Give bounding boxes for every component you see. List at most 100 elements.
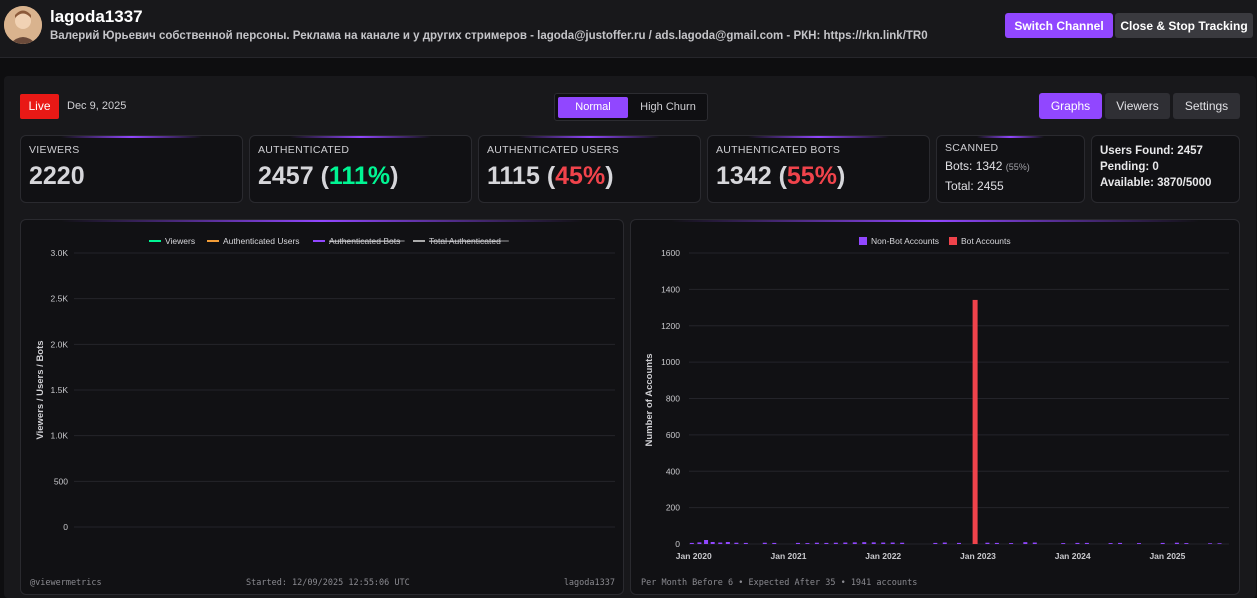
chart-footer-summary: Per Month Before 6 • Expected After 35 •…	[641, 578, 918, 588]
bar-non-bot	[1208, 543, 1213, 544]
bar-non-bot	[689, 542, 694, 544]
bar-non-bot	[1174, 542, 1179, 544]
users-found: Users Found: 2457	[1100, 145, 1203, 157]
legend-label: Bot Accounts	[961, 236, 1011, 246]
avatar[interactable]	[4, 6, 42, 44]
viewers-line-chart: 0 500 1.0K 1.5K 2.0K 2.5K 3.0K Viewers / Users …	[35, 236, 615, 532]
bar-non-bot	[1108, 543, 1113, 544]
y-tick-label: 3.0K	[51, 248, 69, 258]
bar-non-bot	[1061, 543, 1066, 544]
bar-non-bot	[1032, 542, 1037, 544]
card-accent-bar	[977, 136, 1044, 138]
y-axis-label: Viewers / Users / Bots	[35, 340, 46, 439]
stat-value: 1115	[487, 162, 540, 190]
bar-non-bot	[704, 539, 709, 544]
bar-non-bot	[762, 542, 767, 544]
channel-title: lagoda1337	[50, 7, 143, 26]
stat-label: SCANNED	[945, 142, 999, 154]
y-tick-label: 500	[54, 476, 68, 486]
bar-non-bot	[862, 542, 867, 544]
scanned-total-line: Total: 2455	[945, 179, 1004, 193]
stat-card-authenticated: AUTHENTICATED 2457 (111%)	[249, 135, 472, 203]
bar-non-bot	[1137, 543, 1141, 544]
bar-non-bot	[772, 542, 777, 544]
stat-percent: 111%	[328, 162, 391, 190]
mode-toggle: Normal High Churn	[554, 93, 708, 121]
bar-non-bot	[795, 542, 800, 544]
y-tick-label: 400	[666, 466, 680, 476]
account-age-bar-chart: 0 200 400 600 800 1000 1200 1400 1600 Number of A…	[644, 236, 1229, 561]
pending-count: Pending: 0	[1100, 161, 1159, 173]
x-tick-label: Jan 2020	[676, 551, 712, 561]
live-badge: Live	[20, 94, 59, 119]
viewers-chart: 0 500 1.0K 1.5K 2.0K 2.5K 3.0K Viewers / Users …	[20, 219, 624, 595]
stat-label: AUTHENTICATED BOTS	[716, 144, 841, 156]
bar-non-bot	[725, 541, 730, 544]
y-tick-label: 0	[675, 539, 680, 549]
close-stop-tracking-button[interactable]: Close & Stop Tracking	[1115, 13, 1253, 38]
x-tick-label: Jan 2025	[1149, 551, 1185, 561]
x-tick-label: Jan 2021	[771, 551, 807, 561]
bar-non-bot	[933, 542, 938, 544]
stat-card-authenticated-bots: AUTHENTICATED BOTS 1342 (55%)	[707, 135, 930, 203]
y-tick-label: 1600	[661, 248, 680, 258]
legend-label: Authenticated Users	[223, 236, 300, 246]
card-accent-bar	[748, 136, 889, 138]
stat-percent: 55%	[786, 162, 837, 190]
bar-non-bot	[994, 542, 999, 544]
dashboard-panel: Live Dec 9, 2025 Normal High Churn Graph…	[4, 76, 1256, 598]
y-tick-label: 800	[666, 394, 680, 404]
bar-non-bot	[1075, 542, 1080, 544]
tab-graphs[interactable]: Graphs	[1039, 93, 1102, 119]
x-tick-label: Jan 2024	[1055, 551, 1091, 561]
stream-date: Dec 9, 2025	[67, 100, 127, 112]
bar-non-bot	[734, 542, 739, 544]
bar-non-bot	[900, 542, 905, 544]
stat-value-line: 1115 (45%)	[487, 162, 614, 190]
stat-value-line: 1342 (55%)	[716, 162, 846, 190]
chart-footer-channel: lagoda1337	[563, 578, 615, 588]
chart-footer-brand: @viewermetrics	[30, 578, 102, 588]
legend-swatch	[949, 237, 957, 245]
stat-value: 2220	[29, 162, 85, 190]
bar-non-bot	[890, 542, 895, 544]
stat-percent: 45%	[555, 162, 606, 190]
bar-non-bot	[1009, 543, 1014, 544]
legend-label: Viewers	[165, 236, 195, 246]
channel-description: Валерий Юрьевич собственной персоны. Рек…	[50, 30, 928, 42]
bar-non-bot	[1023, 542, 1028, 544]
stat-value: 2457	[258, 162, 314, 190]
bar-non-bot	[805, 543, 810, 544]
y-tick-label: 1200	[661, 321, 680, 331]
bar-non-bot	[718, 542, 723, 544]
stat-card-viewers: VIEWERS 2220	[20, 135, 243, 203]
stat-value: 1342	[716, 162, 772, 190]
x-tick-label: Jan 2022	[865, 551, 901, 561]
account-age-chart: 0 200 400 600 800 1000 1200 1400 1600 Number of A…	[630, 219, 1240, 595]
bar-non-bot	[942, 542, 947, 544]
bar-non-bot	[1217, 543, 1222, 544]
mode-normal-button[interactable]: Normal	[558, 97, 628, 118]
bar-non-bot	[833, 542, 838, 544]
bar-non-bot	[1118, 542, 1123, 544]
y-tick-label: 600	[666, 430, 680, 440]
mode-high-churn-button[interactable]: High Churn	[631, 97, 705, 118]
bar-non-bot	[824, 542, 829, 544]
y-tick-label: 1.5K	[51, 385, 69, 395]
y-tick-label: 1000	[661, 357, 680, 367]
tab-settings[interactable]: Settings	[1173, 93, 1240, 119]
stat-value-line: 2457 (111%)	[258, 162, 399, 190]
bar-non-bot	[985, 542, 990, 544]
bar-non-bot	[743, 542, 748, 544]
bar-non-bot	[710, 541, 715, 544]
header: lagoda1337 Валерий Юрьевич собственной п…	[0, 0, 1257, 58]
bar-non-bot	[1084, 542, 1089, 544]
y-tick-label: 2.5K	[51, 294, 69, 304]
legend-swatch	[859, 237, 867, 245]
legend-label: Non-Bot Accounts	[871, 236, 939, 246]
switch-channel-button[interactable]: Switch Channel	[1005, 13, 1113, 38]
scanned-bots-line: Bots: 1342 (55%)	[945, 159, 1030, 173]
tab-viewers[interactable]: Viewers	[1105, 93, 1170, 119]
y-tick-label: 1.0K	[51, 431, 69, 441]
stat-card-found: Users Found: 2457 Pending: 0 Available: …	[1091, 135, 1240, 203]
